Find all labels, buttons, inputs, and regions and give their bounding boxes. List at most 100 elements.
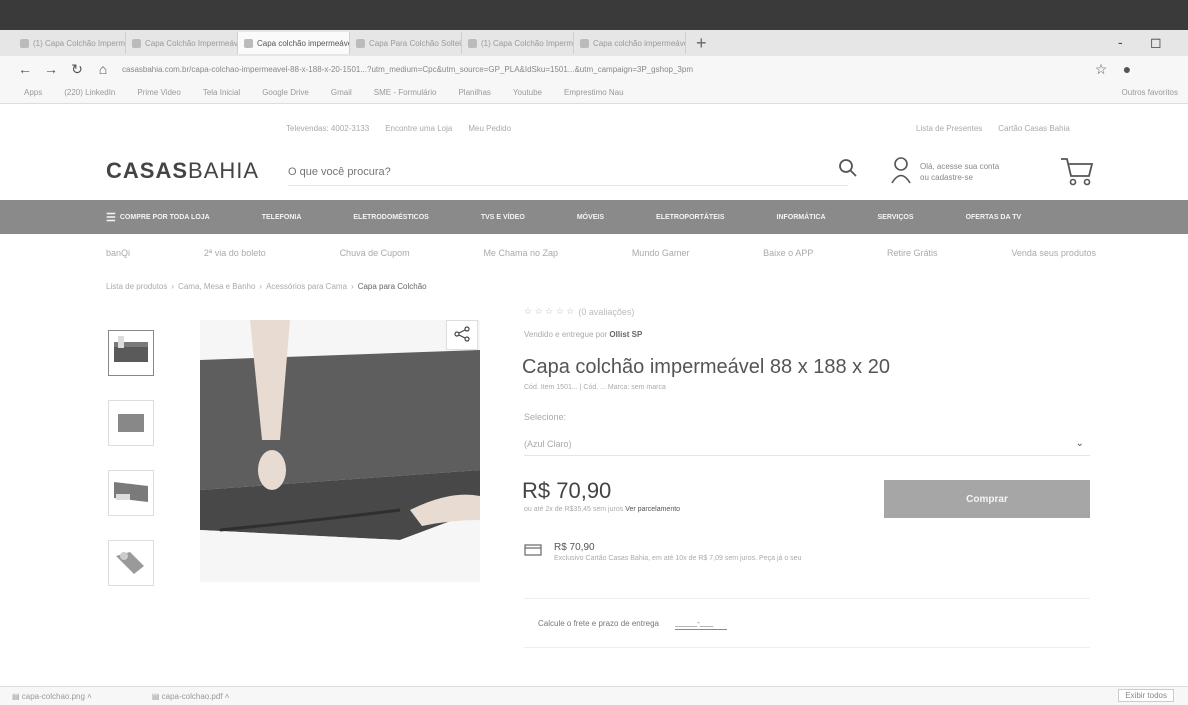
bookmark[interactable]: Youtube xyxy=(513,88,542,97)
product-thumbnail[interactable] xyxy=(108,400,154,446)
tab-label: (1) Capa Colchão Impermea xyxy=(33,38,126,48)
variant-selected-value: (Azul Claro) xyxy=(524,438,572,449)
bookmark-others[interactable]: Outros favoritos xyxy=(1122,88,1188,97)
bookmark[interactable]: (220) LinkedIn xyxy=(64,88,115,97)
installments: ou até 2x de R$35,45 sem juros Ver parce… xyxy=(524,506,680,513)
star-icon[interactable]: ☆ xyxy=(1094,61,1108,78)
logo[interactable]: CASASBAHIA xyxy=(106,158,259,184)
reload-icon[interactable]: ↻ xyxy=(70,61,84,78)
share-button[interactable] xyxy=(446,320,478,350)
chevron-up-icon: ˄ xyxy=(224,691,230,701)
browser-tab[interactable]: Capa colchão impermeável× xyxy=(574,32,686,54)
bookmark[interactable]: Gmail xyxy=(331,88,352,97)
bookmark[interactable]: Prime Video xyxy=(137,88,180,97)
seller-prefix: Vendido e entregue por xyxy=(524,330,608,339)
browser-tab[interactable]: (1) Capa Colchão Impermea× xyxy=(462,32,574,54)
window-titlebar xyxy=(0,0,1188,30)
bookmark[interactable]: Planilhas xyxy=(458,88,490,97)
tab-label: Capa Para Colchão Solteiro xyxy=(369,38,462,48)
maximize-button[interactable]: ◻ xyxy=(1150,34,1162,51)
product-thumbnail[interactable] xyxy=(108,540,154,586)
seller-link[interactable]: Ollist SP xyxy=(609,330,642,339)
util-link[interactable]: Televendas: 4002-3133 xyxy=(286,124,369,133)
credit-card-icon xyxy=(524,542,542,559)
breadcrumb-item[interactable]: Acessórios para Cama xyxy=(266,282,347,291)
new-tab-button[interactable]: + xyxy=(686,33,717,54)
subnav-item[interactable]: Baixe o APP xyxy=(763,248,813,258)
forward-icon[interactable]: → xyxy=(44,61,58,77)
util-link[interactable]: Encontre uma Loja xyxy=(385,124,452,133)
util-link[interactable]: Cartão Casas Bahia xyxy=(998,124,1070,133)
subnav-item[interactable]: 2ª via do boleto xyxy=(204,248,266,258)
subnav-item[interactable]: Chuva de Cupom xyxy=(340,248,410,258)
rating-count: (0 avaliações) xyxy=(578,306,635,317)
minimize-button[interactable]: - xyxy=(1118,34,1123,50)
product-rating[interactable]: ☆ ☆ ☆ ☆ ☆ (0 avaliações) xyxy=(524,306,634,317)
cart-icon[interactable] xyxy=(1060,156,1094,189)
installments-link[interactable]: Ver parcelamento xyxy=(625,506,680,513)
browser-tab[interactable]: Capa Colchão Impermeável× xyxy=(126,32,238,54)
product-thumbnail[interactable] xyxy=(108,330,154,376)
subnav-item[interactable]: Venda seus produtos xyxy=(1011,248,1096,258)
nav-item-eletroportateis[interactable]: Eletroportáteis xyxy=(656,214,776,221)
back-icon[interactable]: ← xyxy=(18,61,32,77)
nav-item-servicos[interactable]: Serviços xyxy=(878,214,966,221)
url-field[interactable]: casasbahia.com.br/capa-colchao-impermeav… xyxy=(122,65,1082,74)
subnav-item[interactable]: Retire Grátis xyxy=(887,248,938,258)
cep-input[interactable] xyxy=(674,616,727,630)
freight-label: Calcule o frete e prazo de entrega xyxy=(538,618,659,628)
util-link[interactable]: Meu Pedido xyxy=(468,124,511,133)
download-item[interactable]: ▤ capa-colchao.png ˄ xyxy=(12,692,92,701)
nav-item-all[interactable]: ☰ Compre por toda loja xyxy=(106,211,262,224)
product-thumbnail[interactable] xyxy=(108,470,154,516)
nav-item-telefonia[interactable]: Telefonia xyxy=(262,214,354,221)
product-title: Capa colchão impermeável 88 x 188 x 20 xyxy=(522,356,890,378)
download-item[interactable]: ▤ capa-colchao.pdf ˄ xyxy=(152,692,230,701)
profile-icon[interactable]: ● xyxy=(1120,61,1134,77)
subnav-item[interactable]: Me Chama no Zap xyxy=(483,248,558,258)
buy-button[interactable]: Comprar xyxy=(884,480,1090,518)
breadcrumb-item[interactable]: Lista de produtos xyxy=(106,282,167,291)
browser-tab-active[interactable]: Capa colchão impermeável× xyxy=(238,32,350,54)
address-bar: ← → ↻ ⌂ casasbahia.com.br/capa-colchao-i… xyxy=(0,56,1188,82)
subnav-item[interactable]: Mundo Gamer xyxy=(632,248,690,258)
bookmark[interactable]: Google Drive xyxy=(262,88,309,97)
browser-tab[interactable]: (1) Capa Colchão Impermea× xyxy=(14,32,126,54)
subnav-item[interactable]: banQi xyxy=(106,248,130,258)
favicon-icon xyxy=(356,38,365,48)
util-links-left: Televendas: 4002-3133 Encontre uma Loja … xyxy=(286,124,511,133)
chevron-right-icon: › xyxy=(351,282,354,291)
favicon-icon xyxy=(132,38,141,48)
home-icon[interactable]: ⌂ xyxy=(96,61,110,77)
user-icon xyxy=(890,156,912,187)
show-all-downloads-button[interactable]: Exibir todos xyxy=(1118,689,1174,702)
nav-item-ofertas-tv[interactable]: Ofertas da TV xyxy=(966,214,1074,221)
bookmark[interactable]: SME - Formulário xyxy=(374,88,437,97)
variant-label: Selecione: xyxy=(524,412,567,422)
nav-item-moveis[interactable]: Móveis xyxy=(577,214,656,221)
account-link[interactable]: Olá, acesse sua conta ou cadastre-se xyxy=(890,156,999,187)
nav-item-informatica[interactable]: Informática xyxy=(777,214,878,221)
search-icon[interactable] xyxy=(838,158,858,181)
logo-bold: CASAS xyxy=(106,158,189,183)
browser-tab[interactable]: Capa Para Colchão Solteiro× xyxy=(350,32,462,54)
downloads-bar: ▤ capa-colchao.png ˄ ▤ capa-colchao.pdf … xyxy=(0,686,1188,705)
nav-item-eletrodomesticos[interactable]: Eletrodomésticos xyxy=(353,214,480,221)
util-link[interactable]: Lista de Presentes xyxy=(916,124,982,133)
breadcrumb-item[interactable]: Cama, Mesa e Banho xyxy=(178,282,255,291)
bookmark[interactable]: Emprestimo Nau xyxy=(564,88,624,97)
variant-select[interactable]: (Azul Claro) ⌄ xyxy=(524,432,1090,456)
bookmark[interactable]: Apps xyxy=(24,88,42,97)
seller-info: Vendido e entregue por Ollist SP xyxy=(524,330,642,339)
bookmarks-bar: Apps (220) LinkedIn Prime Video Tela Ini… xyxy=(0,82,1188,104)
thumbnail-list xyxy=(108,330,154,586)
search-input[interactable] xyxy=(288,158,848,186)
nav-item-tvs[interactable]: TVs e Vídeo xyxy=(481,214,577,221)
card-description: Exclusivo Cartão Casas Bahia, em até 10x… xyxy=(554,555,802,562)
freight-calculator: Calcule o frete e prazo de entrega xyxy=(524,598,1090,648)
installments-text: ou até 2x de R$35,45 sem juros xyxy=(524,506,624,513)
bookmark[interactable]: Tela Inicial xyxy=(203,88,240,97)
product-price: R$ 70,90 xyxy=(522,478,612,503)
product-main-image[interactable] xyxy=(200,320,480,582)
card-price: R$ 70,90 xyxy=(554,542,595,553)
